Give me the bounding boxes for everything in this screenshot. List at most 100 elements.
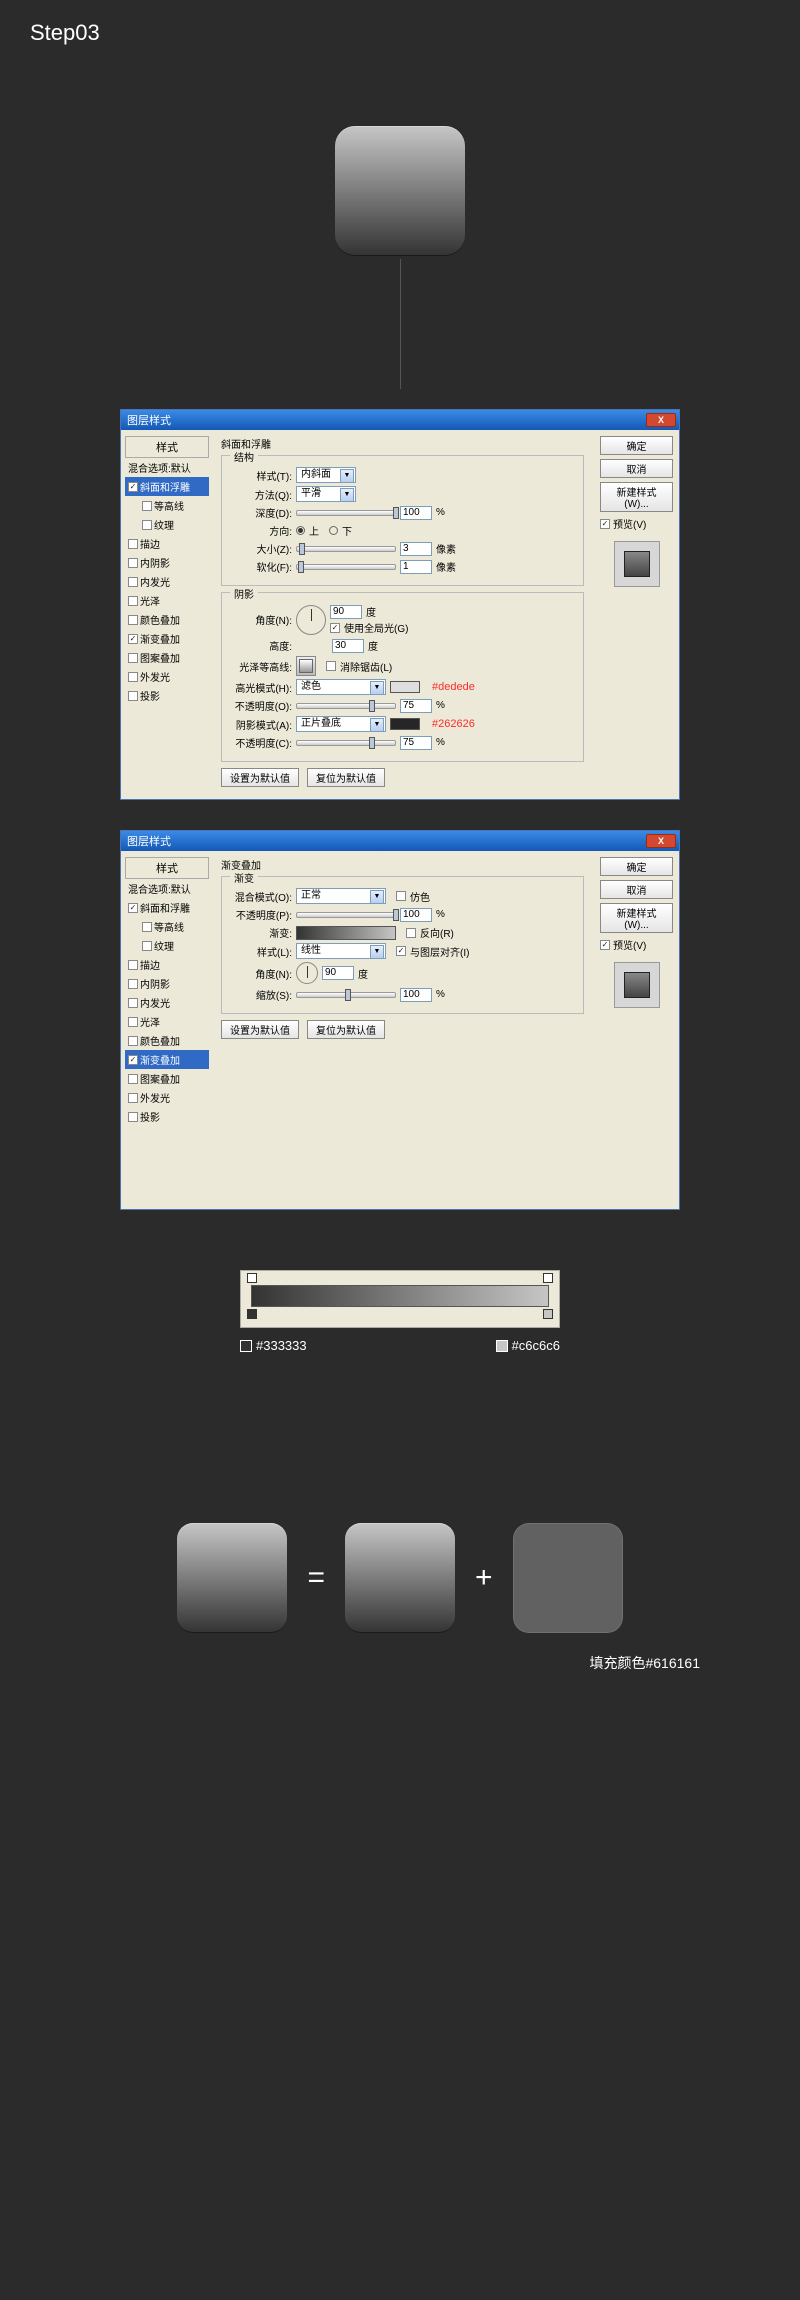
style-row-outer-glow[interactable]: 外发光 xyxy=(125,1088,209,1107)
style-row-blend-default[interactable]: 混合选项:默认 xyxy=(125,879,209,898)
checkbox-icon[interactable] xyxy=(128,577,138,587)
style-row-drop-shadow[interactable]: 投影 xyxy=(125,686,209,705)
checkbox-global-light[interactable] xyxy=(330,623,340,633)
style-row-contour[interactable]: 等高线 xyxy=(125,917,209,936)
style-row-inner-shadow[interactable]: 内阴影 xyxy=(125,553,209,572)
gloss-contour-picker[interactable] xyxy=(296,656,316,676)
style-row-inner-glow[interactable]: 内发光 xyxy=(125,993,209,1012)
input-shadow-opacity[interactable]: 75 xyxy=(400,736,432,750)
opacity-stop-right[interactable] xyxy=(543,1273,553,1283)
checkbox-icon[interactable] xyxy=(128,596,138,606)
select-shadow-mode[interactable]: 正片叠底 xyxy=(296,716,386,732)
color-stop-left[interactable] xyxy=(247,1309,257,1319)
style-row-grad-overlay[interactable]: 渐变叠加 xyxy=(125,629,209,648)
ok-button[interactable]: 确定 xyxy=(600,436,673,455)
checkbox-icon[interactable] xyxy=(142,520,152,530)
style-row-stroke[interactable]: 描边 xyxy=(125,955,209,974)
select-method[interactable]: 平滑 xyxy=(296,486,356,502)
checkbox-icon[interactable] xyxy=(128,615,138,625)
style-row-color-overlay[interactable]: 颜色叠加 xyxy=(125,1031,209,1050)
checkbox-align-layer[interactable] xyxy=(396,946,406,956)
radio-down[interactable] xyxy=(329,526,338,535)
input-scale[interactable]: 100 xyxy=(400,988,432,1002)
slider-shadow-opacity[interactable] xyxy=(296,740,396,746)
highlight-color-swatch[interactable] xyxy=(390,681,420,693)
checkbox-antialias[interactable] xyxy=(326,661,336,671)
input-highlight-opacity[interactable]: 75 xyxy=(400,699,432,713)
style-row-texture[interactable]: 纹理 xyxy=(125,515,209,534)
reset-default-button[interactable]: 复位为默认值 xyxy=(307,768,385,787)
checkbox-icon[interactable] xyxy=(128,672,138,682)
cancel-button[interactable]: 取消 xyxy=(600,459,673,478)
input-depth[interactable]: 100 xyxy=(400,506,432,520)
input-altitude[interactable]: 30 xyxy=(332,639,364,653)
input-opacity[interactable]: 100 xyxy=(400,908,432,922)
checkbox-icon[interactable] xyxy=(128,1093,138,1103)
input-angle[interactable]: 90 xyxy=(322,966,354,980)
color-stop-right[interactable] xyxy=(543,1309,553,1319)
angle-picker[interactable] xyxy=(296,962,318,984)
checkbox-icon[interactable] xyxy=(142,941,152,951)
checkbox-icon[interactable] xyxy=(128,998,138,1008)
set-default-button[interactable]: 设置为默认值 xyxy=(221,1020,299,1039)
checkbox-icon[interactable] xyxy=(128,979,138,989)
checkbox-icon[interactable] xyxy=(128,482,138,492)
style-row-inner-glow[interactable]: 内发光 xyxy=(125,572,209,591)
style-row-pattern-overlay[interactable]: 图案叠加 xyxy=(125,648,209,667)
checkbox-icon[interactable] xyxy=(128,558,138,568)
radio-up[interactable] xyxy=(296,526,305,535)
style-row-satin[interactable]: 光泽 xyxy=(125,1012,209,1031)
checkbox-icon[interactable] xyxy=(128,1036,138,1046)
style-row-contour[interactable]: 等高线 xyxy=(125,496,209,515)
opacity-stop-left[interactable] xyxy=(247,1273,257,1283)
style-row-grad-overlay[interactable]: 渐变叠加 xyxy=(125,1050,209,1069)
set-default-button[interactable]: 设置为默认值 xyxy=(221,768,299,787)
slider-size[interactable] xyxy=(296,546,396,552)
checkbox-preview[interactable] xyxy=(600,519,610,529)
checkbox-icon[interactable] xyxy=(128,634,138,644)
checkbox-icon[interactable] xyxy=(142,501,152,511)
checkbox-dither[interactable] xyxy=(396,891,406,901)
select-grad-style[interactable]: 线性 xyxy=(296,943,386,959)
checkbox-icon[interactable] xyxy=(128,960,138,970)
close-button[interactable]: X xyxy=(646,413,676,427)
checkbox-icon[interactable] xyxy=(128,903,138,913)
checkbox-icon[interactable] xyxy=(128,1112,138,1122)
cancel-button[interactable]: 取消 xyxy=(600,880,673,899)
shadow-color-swatch[interactable] xyxy=(390,718,420,730)
new-style-button[interactable]: 新建样式(W)... xyxy=(600,482,673,512)
style-row-outer-glow[interactable]: 外发光 xyxy=(125,667,209,686)
slider-soften[interactable] xyxy=(296,564,396,570)
angle-picker[interactable] xyxy=(296,605,326,635)
checkbox-icon[interactable] xyxy=(128,653,138,663)
style-row-texture[interactable]: 纹理 xyxy=(125,936,209,955)
checkbox-reverse[interactable] xyxy=(406,928,416,938)
checkbox-icon[interactable] xyxy=(128,1017,138,1027)
checkbox-icon[interactable] xyxy=(128,539,138,549)
select-blend-mode[interactable]: 正常 xyxy=(296,888,386,904)
new-style-button[interactable]: 新建样式(W)... xyxy=(600,903,673,933)
checkbox-icon[interactable] xyxy=(128,691,138,701)
slider-scale[interactable] xyxy=(296,992,396,998)
style-row-inner-shadow[interactable]: 内阴影 xyxy=(125,974,209,993)
checkbox-icon[interactable] xyxy=(128,1074,138,1084)
input-size[interactable]: 3 xyxy=(400,542,432,556)
style-row-satin[interactable]: 光泽 xyxy=(125,591,209,610)
select-highlight-mode[interactable]: 滤色 xyxy=(296,679,386,695)
close-button[interactable]: X xyxy=(646,834,676,848)
input-soften[interactable]: 1 xyxy=(400,560,432,574)
style-row-blend-default[interactable]: 混合选项:默认 xyxy=(125,458,209,477)
select-style[interactable]: 内斜面 xyxy=(296,467,356,483)
checkbox-preview[interactable] xyxy=(600,940,610,950)
style-row-color-overlay[interactable]: 颜色叠加 xyxy=(125,610,209,629)
gradient-swatch[interactable] xyxy=(296,926,396,940)
style-row-drop-shadow[interactable]: 投影 xyxy=(125,1107,209,1126)
input-angle[interactable]: 90 xyxy=(330,605,362,619)
style-row-bevel[interactable]: 斜面和浮雕 xyxy=(125,898,209,917)
slider-opacity[interactable] xyxy=(296,912,396,918)
slider-depth[interactable] xyxy=(296,510,396,516)
gradient-bar[interactable] xyxy=(251,1285,549,1307)
checkbox-icon[interactable] xyxy=(142,922,152,932)
style-row-bevel[interactable]: 斜面和浮雕 xyxy=(125,477,209,496)
slider-highlight-opacity[interactable] xyxy=(296,703,396,709)
